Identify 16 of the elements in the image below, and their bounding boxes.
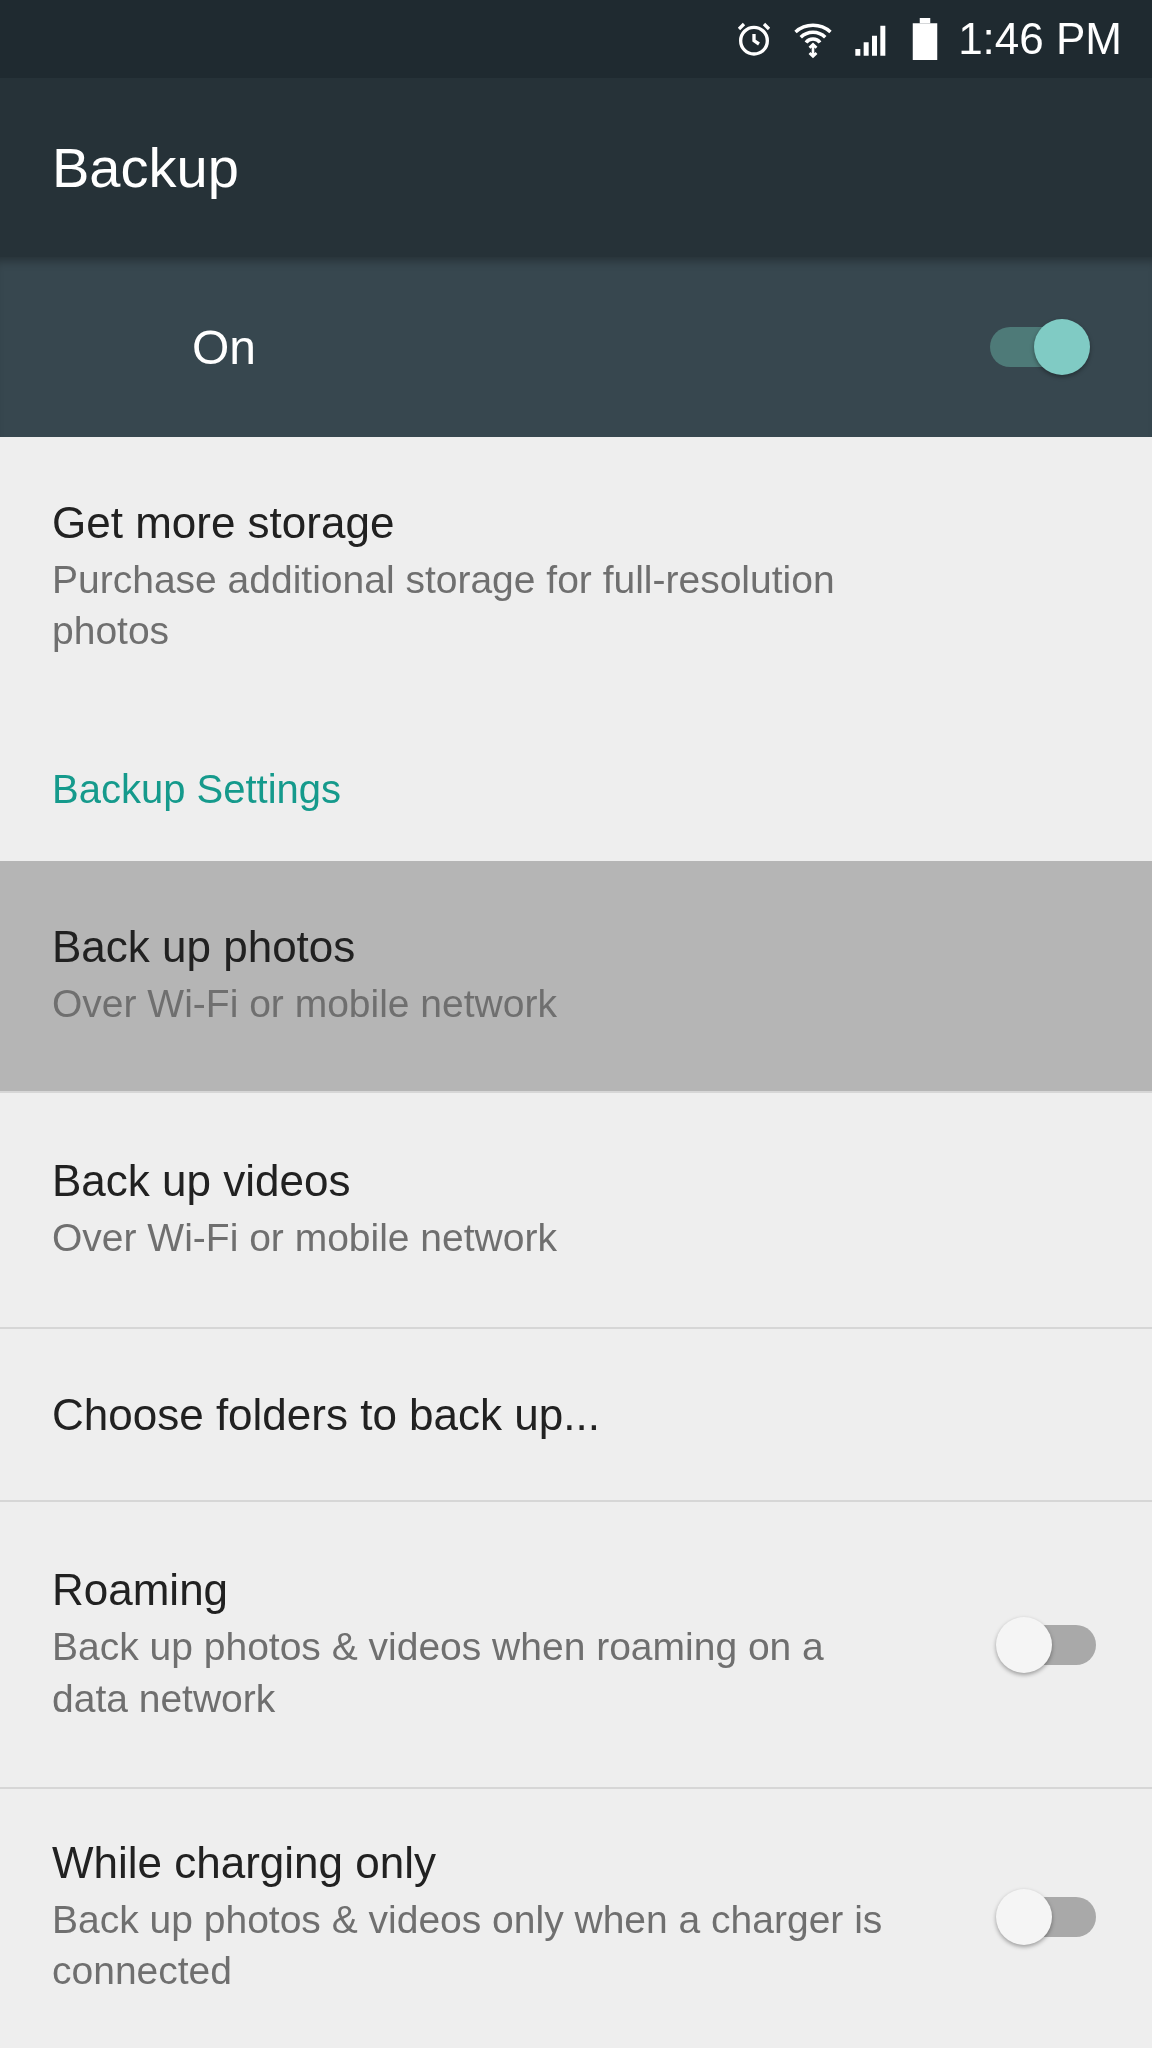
setting-title: Get more storage	[52, 497, 396, 548]
setting-title: While charging only	[52, 1837, 437, 1888]
setting-title: Roaming	[52, 1565, 230, 1616]
setting-description: Over Wi-Fi or mobile network	[52, 1215, 557, 1262]
setting-title: Choose folders to back up...	[52, 1389, 600, 1440]
setting-title: Back up videos	[52, 1156, 352, 1207]
clock-time: 1:46 PM	[958, 14, 1122, 64]
setting-description: Purchase additional storage for full-resolution photos	[52, 556, 836, 654]
setting-description: Back up photos & videos when roaming on a data network	[52, 1624, 825, 1722]
master-switch-label: On	[192, 319, 257, 375]
settings-row[interactable]: Back up photos Over Wi-Fi or mobile network	[0, 861, 1152, 1093]
setting-description: Over Wi-Fi or mobile network	[52, 981, 557, 1028]
section-header: Backup Settings	[52, 766, 342, 812]
setting-title: Back up photos	[52, 922, 357, 973]
setting-description: Back up photos & videos only when a charger is connected	[52, 1896, 884, 1994]
screen-title: Backup	[52, 135, 239, 200]
